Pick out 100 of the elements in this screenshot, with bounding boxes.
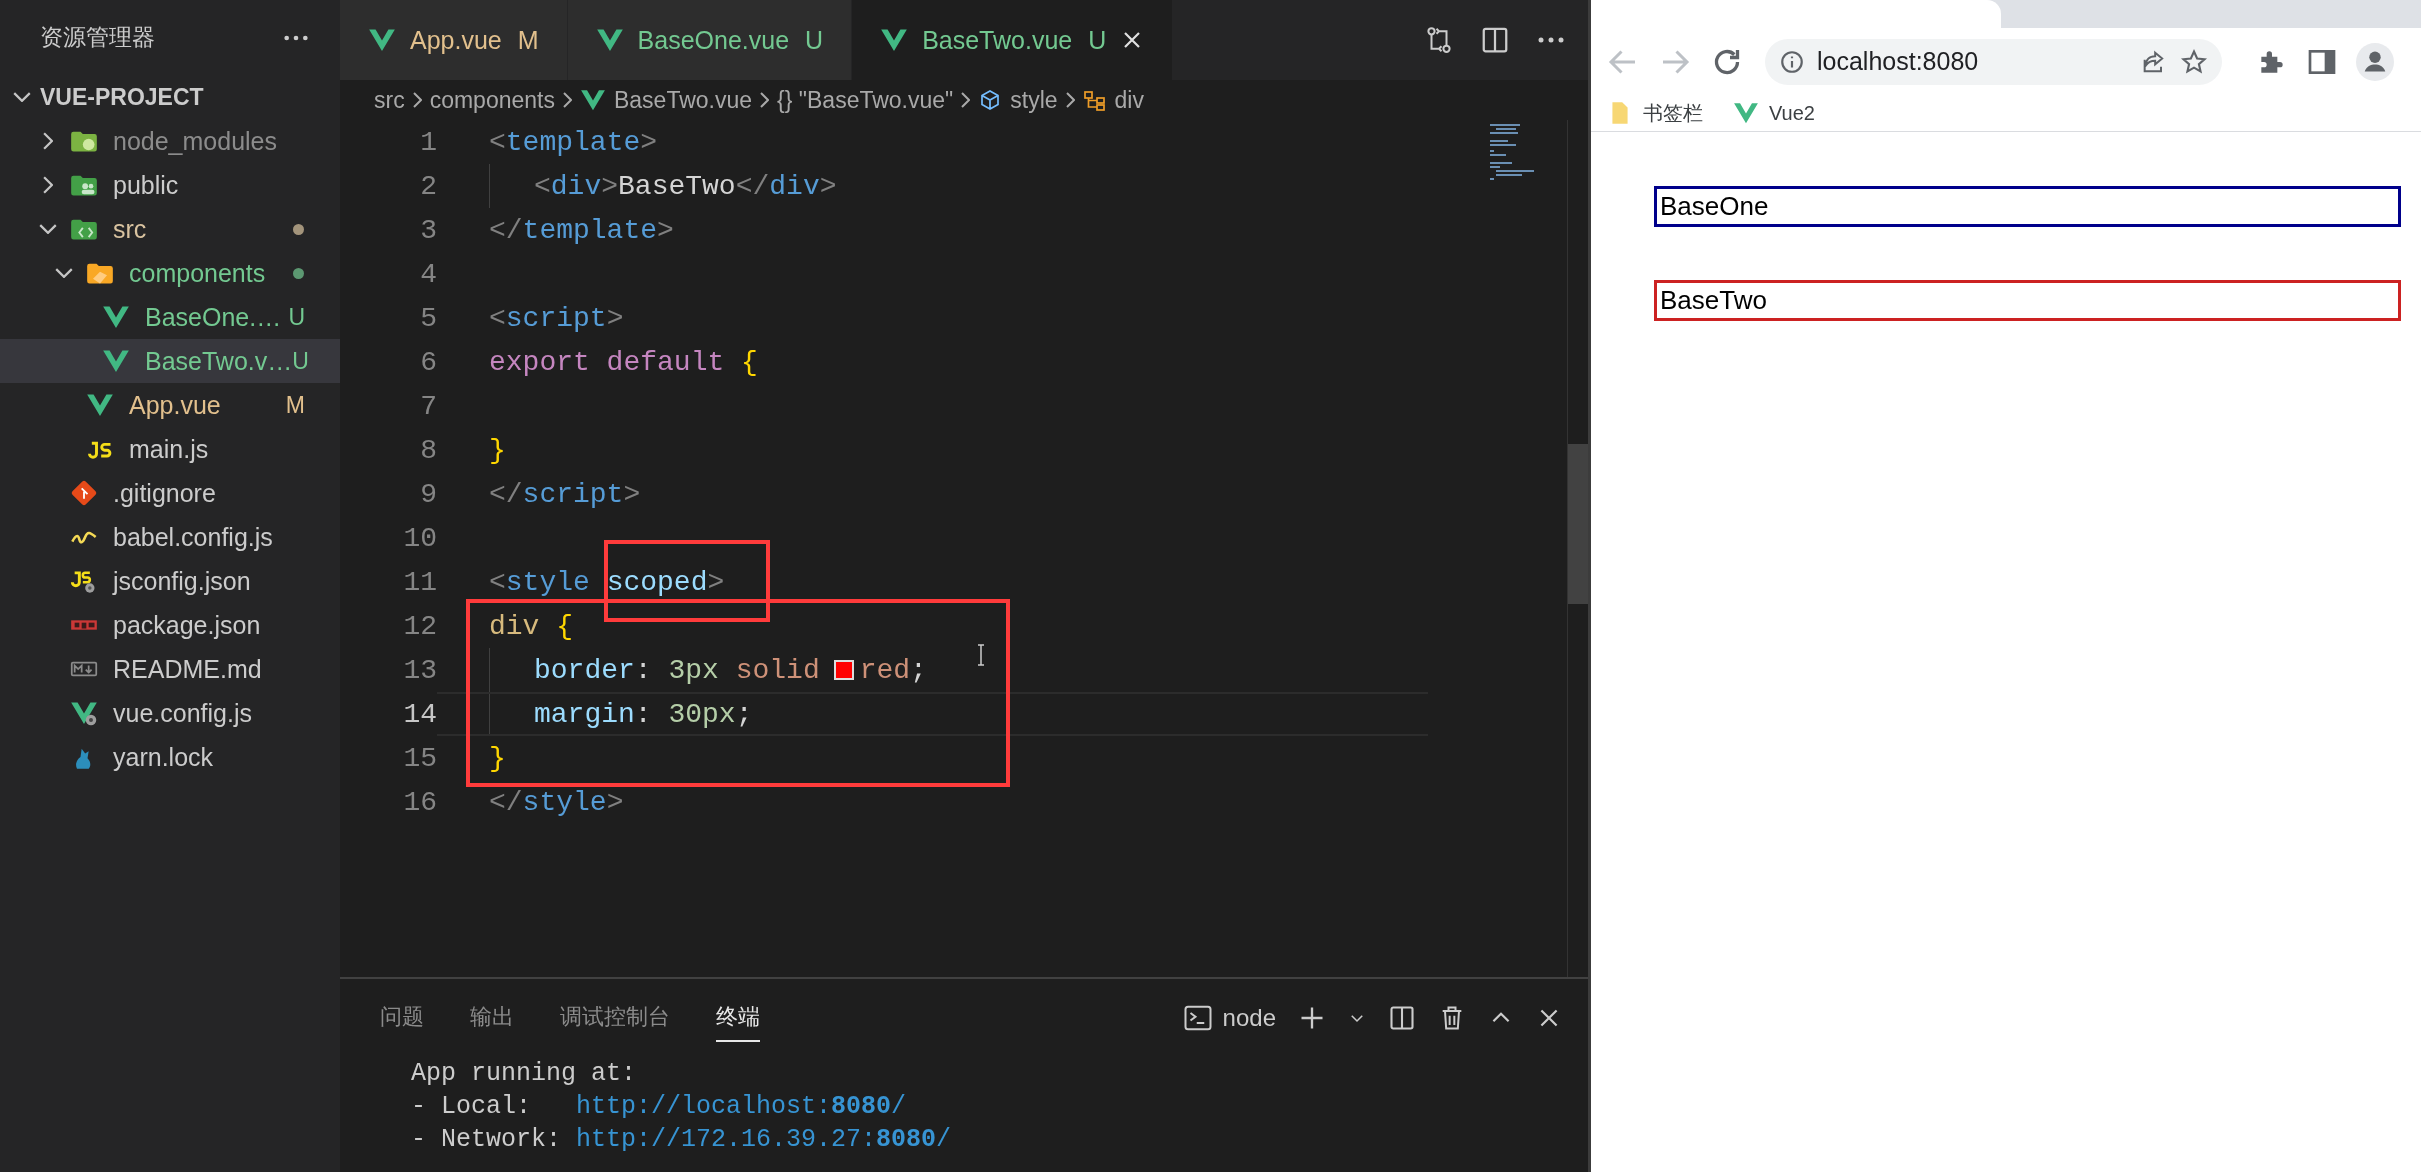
chevron-right-icon	[1065, 92, 1075, 108]
code-text: }	[489, 434, 506, 466]
file-name: src	[113, 214, 148, 244]
line-number: 10	[402, 522, 437, 554]
avatar-icon[interactable]	[2356, 42, 2394, 81]
file-name: BaseOne.…	[145, 302, 283, 332]
terminal-link[interactable]: http://172.16.39.27:8080/	[576, 1125, 952, 1154]
bordered-text: BaseTwo	[1654, 280, 2401, 321]
star-icon[interactable]	[2180, 47, 2208, 76]
terminal-selector[interactable]: node	[1182, 1003, 1276, 1033]
code-text: </style>	[489, 786, 624, 818]
file-name: node_modules	[113, 126, 278, 156]
tree-item[interactable]: components	[0, 251, 340, 295]
code-text: }	[489, 742, 506, 774]
chevron-down-icon	[13, 92, 31, 102]
line-number: 3	[419, 214, 437, 246]
file-name: main.js	[129, 434, 210, 464]
bookmark-item[interactable]: Vue2	[1733, 100, 1815, 126]
code-text: margin: 30px;	[534, 698, 753, 730]
chevron-down-icon	[39, 224, 57, 234]
line-number: 16	[402, 786, 437, 818]
code-text: export default {	[489, 346, 758, 378]
terminal-icon	[1182, 1003, 1213, 1033]
info-icon	[1779, 48, 1805, 75]
element-icon	[1082, 88, 1107, 112]
line-number: 15	[402, 742, 437, 774]
file-name: vue.config.js	[113, 698, 253, 728]
line-number: 7	[419, 390, 437, 422]
line-number: 2	[419, 170, 437, 202]
scrollbar-thumb[interactable]	[1568, 444, 1588, 604]
tree-item[interactable]: yarn.lock	[0, 735, 340, 779]
line-number: 6	[419, 346, 437, 378]
tree-item[interactable]: .gitignore	[0, 471, 340, 515]
chevron-right-icon	[43, 176, 53, 194]
tree-item[interactable]: src	[0, 207, 340, 251]
split-editor-icon[interactable]	[1480, 25, 1510, 55]
chevron-right-icon	[43, 132, 53, 150]
line-number: 8	[419, 434, 437, 466]
change-dot	[293, 267, 304, 279]
terminal-text: - Network:	[411, 1124, 563, 1156]
breadcrumb-item[interactable]: style	[978, 86, 1058, 114]
split-terminal-icon[interactable]	[1388, 1004, 1416, 1032]
tree-item[interactable]: App.vue M	[0, 383, 340, 427]
change-dot	[293, 223, 304, 235]
editor-tab[interactable]: BaseOne.vue U	[567, 0, 853, 80]
terminal-text: - Local:	[411, 1091, 533, 1123]
breadcrumb-item[interactable]: BaseTwo.vue	[580, 86, 753, 114]
tree-item[interactable]: jsconfig.json	[0, 559, 340, 603]
breadcrumb-item[interactable]: div	[1082, 86, 1144, 114]
file-name: jsconfig.json	[113, 566, 252, 596]
line-number: 13	[402, 654, 437, 686]
file-name: App.vue	[129, 390, 222, 420]
line-number: 1	[419, 126, 437, 158]
tree-item[interactable]: vue.config.js	[0, 691, 340, 735]
line-number: 4	[419, 258, 437, 290]
address-bar[interactable]: localhost:8080	[1765, 38, 2222, 85]
line-number: 9	[419, 478, 437, 510]
breadcrumb-item[interactable]: src	[374, 86, 405, 114]
code-text: border: 3px solid	[534, 654, 820, 686]
terminal-link[interactable]: http://localhost:8080/	[576, 1092, 907, 1121]
tree-item[interactable]: BaseOne.… U	[0, 295, 340, 339]
editor-tab[interactable]: BaseTwo.vue U	[852, 0, 1174, 80]
compare-icon[interactable]	[1424, 25, 1454, 55]
bordered-text: BaseOne	[1654, 186, 2401, 227]
file-name: README.md	[113, 654, 263, 684]
panel-tab[interactable]: 问题	[380, 994, 424, 1042]
project-header[interactable]: VUE-PROJECT	[0, 75, 340, 119]
breadcrumb-item[interactable]: {} "BaseTwo.vue"	[777, 86, 954, 114]
tree-item[interactable]: public	[0, 163, 340, 207]
tree-item[interactable]: main.js	[0, 427, 340, 471]
chevron-down-icon	[55, 268, 73, 278]
line-number: 12	[402, 610, 437, 642]
breadcrumb-item[interactable]: components	[429, 86, 555, 114]
terminal-text: App running at:	[411, 1059, 637, 1088]
line-number: 11	[402, 566, 437, 598]
editor-tab[interactable]: App.vue M	[340, 0, 568, 80]
tree-item[interactable]: node_modules	[0, 119, 340, 163]
panel-tab[interactable]: 调试控制台	[560, 994, 670, 1042]
tree-item[interactable]: README.md	[0, 647, 340, 691]
file-name: components	[129, 258, 267, 288]
code-text: red;	[859, 654, 927, 686]
panel-tab[interactable]: 输出	[470, 994, 514, 1042]
file-name: yarn.lock	[113, 742, 215, 772]
file-name: public	[113, 170, 180, 200]
chevron-right-icon	[563, 92, 572, 108]
tree-item[interactable]: babel.config.js	[0, 515, 340, 559]
code-text: <script>	[489, 302, 624, 334]
file-name: .gitignore	[113, 478, 217, 508]
line-number: 14	[402, 698, 437, 730]
git-status: U	[292, 347, 309, 375]
code-text: </template>	[489, 214, 674, 246]
file-name: babel.config.js	[113, 522, 274, 552]
code-text: <template>	[489, 126, 658, 158]
chevron-right-icon	[412, 92, 422, 108]
tree-item[interactable]: BaseTwo.v…U	[0, 339, 340, 383]
git-status: M	[285, 391, 305, 419]
code-text: <style scoped>	[489, 566, 725, 598]
panel-tab[interactable]: 终端	[716, 994, 760, 1042]
bookmark-item[interactable]: 书签栏	[1607, 99, 1703, 127]
tree-item[interactable]: package.json	[0, 603, 340, 647]
